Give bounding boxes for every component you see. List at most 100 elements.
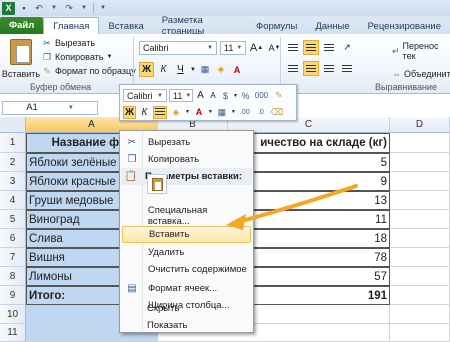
column-header-d[interactable]: D (390, 117, 450, 133)
row-header[interactable]: 10 (0, 305, 26, 324)
menu-item-show[interactable]: Показать (121, 317, 250, 334)
row-header[interactable]: 4 (0, 191, 26, 210)
mini-size-combo[interactable]: 11 ▼ (169, 89, 193, 102)
borders-icon[interactable]: ▦ (198, 63, 212, 77)
borders-icon[interactable]: ▦ (215, 105, 229, 119)
bold-button[interactable]: Ж (139, 62, 154, 77)
font-color-icon[interactable]: A (192, 105, 206, 119)
row-header[interactable]: 9 (0, 286, 26, 305)
shrink-font-button[interactable]: A (208, 88, 218, 103)
menu-item-hide[interactable]: Скрыть (121, 300, 250, 317)
currency-format-icon[interactable]: $ (220, 89, 231, 103)
empty-cell[interactable] (390, 153, 450, 172)
copy-button[interactable]: ❐ Копировать ▼ (42, 51, 136, 62)
grow-font-button[interactable]: A ▲ (249, 40, 264, 55)
indent-button[interactable] (339, 61, 355, 76)
fill-color-icon[interactable]: ◈ (169, 105, 183, 119)
format-painter-icon[interactable]: ✎ (272, 89, 286, 103)
eraser-icon[interactable]: ⌫ (270, 105, 284, 119)
increase-decimal-icon[interactable]: .0 (254, 105, 268, 119)
row-header[interactable]: 5 (0, 210, 26, 229)
empty-cell[interactable] (390, 229, 450, 248)
tab-home[interactable]: Главная (43, 17, 100, 34)
row-header[interactable]: 6 (0, 229, 26, 248)
font-name-combo[interactable]: Calibri ▼ (139, 40, 217, 55)
font-color-icon[interactable]: A (230, 63, 244, 77)
align-center-icon (155, 108, 165, 116)
name-box[interactable]: A1 ▼ (2, 100, 98, 115)
row-header[interactable]: 11 (0, 324, 26, 342)
underline-button[interactable]: Ч (173, 62, 188, 77)
decrease-decimal-icon[interactable]: .00 (238, 105, 252, 119)
row-header[interactable]: 8 (0, 267, 26, 286)
customize-qat-icon[interactable]: ▼ (97, 2, 109, 14)
scissors-icon: ✂ (43, 37, 51, 48)
italic-button[interactable]: К (156, 62, 171, 77)
chevron-down-icon[interactable]: ▼ (106, 54, 112, 60)
menu-item-clear[interactable]: Очистить содержимое (122, 261, 251, 278)
clipboard-icon: 📋 (124, 171, 138, 182)
orientation-button[interactable]: ↗ (339, 40, 355, 55)
chevron-down-icon[interactable]: ▼ (185, 109, 190, 115)
align-right-icon (324, 64, 334, 73)
select-all-corner[interactable] (0, 117, 26, 133)
align-center-button[interactable] (303, 61, 319, 76)
tab-review[interactable]: Рецензирование (359, 18, 450, 34)
empty-cell[interactable] (390, 286, 450, 305)
align-right-button[interactable] (321, 61, 337, 76)
dropdown-icon[interactable]: ▼ (48, 2, 60, 14)
empty-cell[interactable] (390, 267, 450, 286)
merge-button[interactable]: ⇔ Объединит (392, 69, 450, 79)
undo-icon[interactable]: ↶ (33, 2, 45, 14)
chevron-down-icon[interactable]: ▼ (233, 93, 238, 99)
clipboard-icon (151, 177, 163, 191)
empty-cell[interactable] (390, 172, 450, 191)
row-header[interactable]: 3 (0, 172, 26, 191)
menu-item-insert[interactable]: Вставить (122, 226, 251, 243)
empty-cell[interactable] (390, 324, 450, 342)
row-header[interactable]: 1 (0, 133, 26, 153)
tab-data[interactable]: Данные (306, 18, 358, 34)
menu-item-paste-special[interactable]: Специальная вставка... (122, 205, 251, 227)
row-header[interactable]: 7 (0, 248, 26, 267)
fill-color-icon[interactable]: ◈ (214, 63, 228, 77)
tab-page-layout[interactable]: Разметка страницы (153, 15, 247, 37)
menu-item-copy[interactable]: ❐ Копировать (122, 151, 251, 168)
menu-item-label: Показать (147, 320, 188, 331)
align-bottom-button[interactable] (321, 40, 337, 55)
menu-item-cut[interactable]: ✂ Вырезать (122, 134, 251, 151)
format-painter-button[interactable]: ✎ Формат по образцу (42, 65, 135, 76)
align-left-button[interactable] (285, 61, 301, 76)
tab-insert[interactable]: Вставка (99, 18, 152, 34)
bold-button[interactable]: Ж (123, 105, 136, 119)
dropdown-icon[interactable]: ▼ (78, 2, 90, 14)
mini-font-combo[interactable]: Calibri ▼ (123, 89, 167, 102)
thousands-format-icon[interactable]: 000 (253, 89, 270, 103)
wrap-text-button[interactable]: ↵ Перенос тек (392, 41, 450, 61)
align-top-button[interactable] (285, 40, 301, 55)
paste-button[interactable]: Вставить (2, 37, 40, 81)
tab-file[interactable]: Файл (0, 17, 44, 34)
chevron-down-icon[interactable]: ▼ (208, 109, 213, 115)
chevron-down-icon[interactable]: ▼ (190, 67, 196, 73)
save-icon[interactable]: ▪ (18, 2, 30, 14)
paste-option-button[interactable] (147, 174, 167, 194)
menu-item-delete[interactable]: Удалить (122, 244, 251, 261)
cut-button[interactable]: ✂ Вырезать (42, 37, 136, 48)
align-middle-button[interactable] (303, 40, 319, 55)
empty-cell[interactable] (390, 210, 450, 229)
redo-icon[interactable]: ↷ (63, 2, 75, 14)
percent-format-icon[interactable]: % (240, 89, 251, 103)
empty-cell[interactable] (390, 248, 450, 267)
chevron-down-icon[interactable]: ▼ (231, 109, 236, 115)
tab-formulas[interactable]: Формулы (247, 18, 306, 34)
menu-item-format-cells[interactable]: ▤ Формат ячеек... (122, 280, 251, 297)
font-size-combo[interactable]: 11 ▼ (220, 40, 246, 55)
empty-cell[interactable] (390, 305, 450, 324)
row-header[interactable]: 2 (0, 153, 26, 172)
empty-cell[interactable] (390, 133, 450, 153)
empty-cell[interactable] (390, 191, 450, 210)
italic-button[interactable]: К (138, 106, 151, 119)
center-align-button[interactable] (153, 105, 167, 119)
grow-font-button[interactable]: A (195, 88, 206, 103)
